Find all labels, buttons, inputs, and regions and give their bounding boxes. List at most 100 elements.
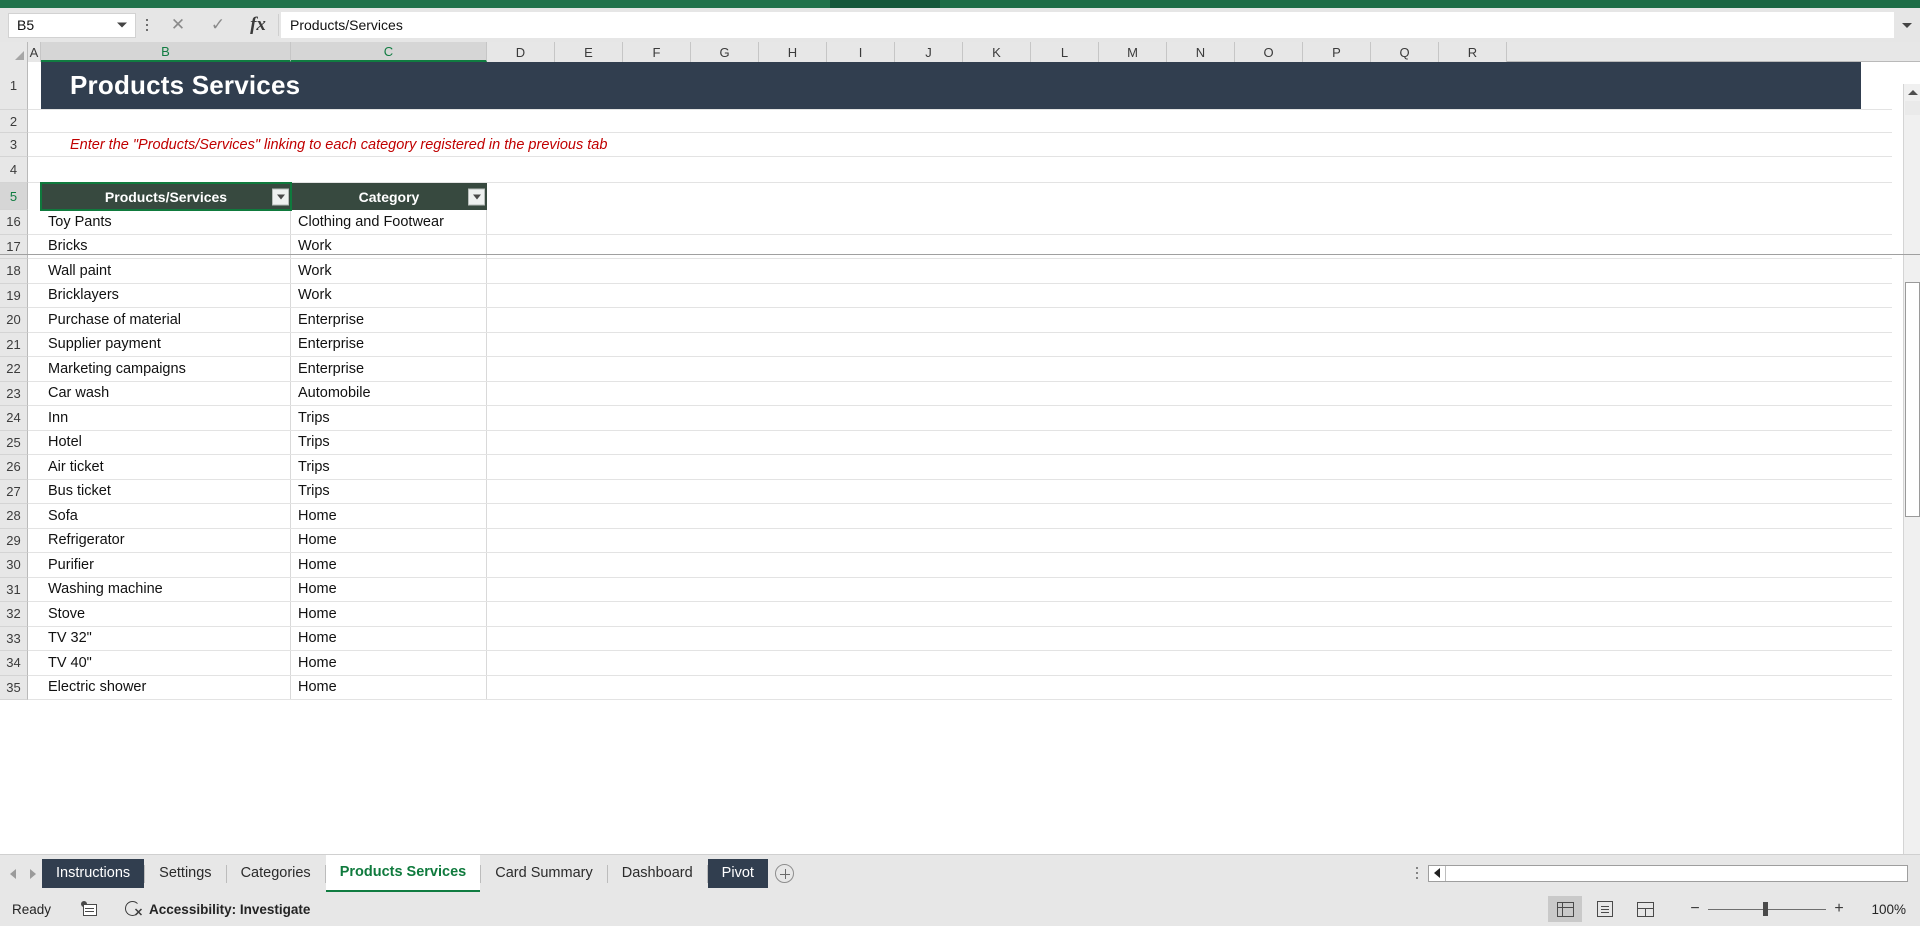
sheet-nav-arrows[interactable] [0, 868, 42, 879]
column-header-k[interactable]: K [963, 42, 1031, 62]
confirm-entry-button[interactable]: ✓ [198, 10, 238, 40]
table-row[interactable]: Bricks Work [28, 234, 1892, 259]
sheet-tab-card-summary[interactable]: Card Summary [481, 855, 607, 893]
page-layout-view-button[interactable] [1588, 896, 1622, 922]
cell-product[interactable]: Bricklayers [41, 283, 291, 307]
cell-product[interactable]: Marketing campaigns [41, 357, 291, 381]
cell-product[interactable]: Inn [41, 406, 291, 430]
cell-product[interactable]: Refrigerator [41, 528, 291, 552]
column-header-m[interactable]: M [1099, 42, 1167, 62]
table-row[interactable]: Sofa Home [28, 504, 1892, 529]
filter-dropdown-products-services[interactable] [272, 188, 289, 205]
cell-product[interactable]: Wall paint [41, 259, 291, 283]
row-header-2[interactable]: 2 [0, 110, 28, 133]
table-row[interactable]: Purifier Home [28, 553, 1892, 578]
table-row[interactable]: Purchase of material Enterprise [28, 308, 1892, 333]
next-sheet-icon[interactable] [30, 868, 36, 879]
column-header-h[interactable]: H [759, 42, 827, 62]
row-header-18[interactable]: 18 [0, 259, 28, 284]
tabbar-split-handle[interactable] [1416, 867, 1418, 879]
cell-category[interactable]: Enterprise [291, 357, 487, 381]
cell-product[interactable]: Bus ticket [41, 479, 291, 503]
column-header-n[interactable]: N [1167, 42, 1235, 62]
scroll-left-button[interactable] [1429, 865, 1446, 881]
cell-product[interactable]: Sofa [41, 504, 291, 528]
table-header-category[interactable]: Category [291, 183, 487, 210]
cell-product[interactable]: Purchase of material [41, 308, 291, 332]
column-header-r[interactable]: R [1439, 42, 1507, 62]
table-row[interactable]: Toy Pants Clothing and Footwear [28, 210, 1892, 235]
table-row[interactable]: Bus ticket Trips [28, 479, 1892, 504]
table-row[interactable]: Supplier payment Enterprise [28, 332, 1892, 357]
cell-category[interactable]: Trips [291, 430, 487, 454]
row-header-19[interactable]: 19 [0, 283, 28, 308]
column-header-c[interactable]: C [291, 42, 487, 62]
cell-product[interactable]: Toy Pants [41, 210, 291, 234]
formula-input[interactable]: Products/Services [281, 12, 1894, 38]
row-header-16[interactable]: 16 [0, 210, 28, 235]
row-header-34[interactable]: 34 [0, 651, 28, 676]
row-header-5[interactable]: 5 [0, 183, 28, 210]
cell-product[interactable]: Supplier payment [41, 332, 291, 356]
cell-category[interactable]: Home [291, 602, 487, 626]
row-header-17[interactable]: 17 [0, 234, 28, 259]
row-header-31[interactable]: 31 [0, 577, 28, 602]
normal-view-button[interactable] [1548, 896, 1582, 922]
table-row[interactable]: Inn Trips [28, 406, 1892, 431]
name-box[interactable]: B5 [8, 12, 136, 38]
table-row[interactable]: Hotel Trips [28, 430, 1892, 455]
cell-category[interactable]: Enterprise [291, 332, 487, 356]
cell-category[interactable]: Home [291, 553, 487, 577]
cell-category[interactable]: Enterprise [291, 308, 487, 332]
page-break-preview-button[interactable] [1628, 896, 1662, 922]
table-row[interactable]: Wall paint Work [28, 259, 1892, 284]
row-header-24[interactable]: 24 [0, 406, 28, 431]
cell-category[interactable]: Home [291, 651, 487, 675]
zoom-in-button[interactable]: + [1826, 900, 1852, 918]
sheet-tab-dashboard[interactable]: Dashboard [608, 855, 707, 893]
cell-product[interactable]: Hotel [41, 430, 291, 454]
zoom-level[interactable]: 100% [1852, 902, 1906, 917]
zoom-slider-knob[interactable] [1763, 902, 1768, 916]
row-header-32[interactable]: 32 [0, 602, 28, 627]
chevron-down-icon[interactable] [117, 22, 127, 28]
table-header-products-services[interactable]: Products/Services [40, 182, 292, 211]
row-header-25[interactable]: 25 [0, 430, 28, 455]
column-header-p[interactable]: P [1303, 42, 1371, 62]
row-header-20[interactable]: 20 [0, 308, 28, 333]
row-header-26[interactable]: 26 [0, 455, 28, 480]
scroll-track-upper[interactable] [1905, 101, 1920, 115]
column-header-d[interactable]: D [487, 42, 555, 62]
vertical-scroll-thumb[interactable] [1905, 282, 1920, 517]
table-row[interactable]: Stove Home [28, 602, 1892, 627]
cell-product[interactable]: TV 40" [41, 651, 291, 675]
row-header-1[interactable]: 1 [0, 62, 28, 110]
cell-product[interactable]: Electric shower [41, 675, 291, 699]
cell-category[interactable]: Home [291, 675, 487, 699]
row-header-22[interactable]: 22 [0, 357, 28, 382]
cell-category[interactable]: Work [291, 259, 487, 283]
column-header-o[interactable]: O [1235, 42, 1303, 62]
column-header-b[interactable]: B [41, 42, 291, 62]
sheet-tab-instructions[interactable]: Instructions [42, 858, 145, 888]
cell-category[interactable]: Work [291, 283, 487, 307]
cell-category[interactable]: Home [291, 626, 487, 650]
scroll-up-button[interactable] [1904, 84, 1920, 101]
formula-bar-drag-handle[interactable] [136, 12, 158, 38]
cell-category[interactable]: Home [291, 577, 487, 601]
vertical-scrollbar[interactable] [1903, 84, 1920, 896]
zoom-slider[interactable] [1708, 901, 1826, 917]
column-header-f[interactable]: F [623, 42, 691, 62]
cancel-entry-button[interactable]: ✕ [158, 10, 198, 40]
horizontal-scrollbar[interactable] [1428, 864, 1908, 882]
cell-product[interactable]: Washing machine [41, 577, 291, 601]
cell-category[interactable]: Trips [291, 479, 487, 503]
row-header-3[interactable]: 3 [0, 133, 28, 157]
cell-product[interactable]: Purifier [41, 553, 291, 577]
sheet-tab-settings[interactable]: Settings [145, 855, 225, 893]
row-header-30[interactable]: 30 [0, 553, 28, 578]
cell-category[interactable]: Trips [291, 406, 487, 430]
column-header-l[interactable]: L [1031, 42, 1099, 62]
table-row[interactable]: Marketing campaigns Enterprise [28, 357, 1892, 382]
column-header-j[interactable]: J [895, 42, 963, 62]
